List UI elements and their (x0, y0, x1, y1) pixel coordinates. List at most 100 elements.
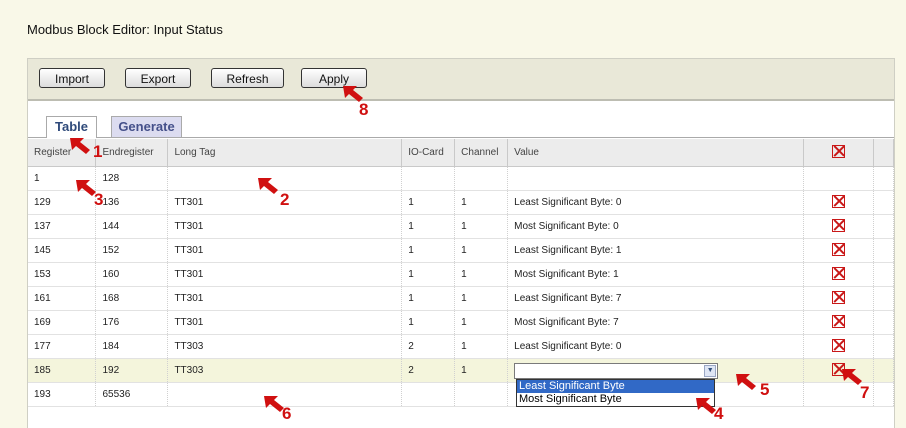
red-arrow-icon (70, 138, 90, 154)
refresh-button[interactable]: Refresh (211, 68, 284, 88)
cell-register[interactable]: 193 (28, 382, 97, 407)
cell-spacer (873, 310, 895, 335)
cell-value[interactable] (507, 166, 805, 191)
value-select[interactable]: ▼ (514, 362, 719, 379)
annotation-label-6: 6 (282, 404, 292, 423)
table-row[interactable]: 153 160 TT301 1 1 Most Significant Byte: 1 (28, 262, 895, 287)
cell-endregister[interactable]: 176 (95, 310, 169, 335)
cell-delete (803, 190, 874, 215)
export-button[interactable]: Export (125, 68, 191, 88)
table-row[interactable]: 137 144 TT301 1 1 Most Significant Byte: 0 (28, 214, 895, 239)
cell-spacer (873, 166, 895, 191)
cell-long-tag[interactable]: TT301 (167, 238, 403, 263)
table-row[interactable]: 185 192 TT303 2 1 ▼ (28, 358, 895, 383)
cell-delete (803, 310, 874, 335)
cell-endregister[interactable]: 192 (95, 358, 169, 383)
cell-value[interactable]: Least Significant Byte: 1 (507, 238, 805, 263)
cell-endregister[interactable]: 168 (95, 286, 169, 311)
cell-long-tag[interactable]: TT301 (167, 262, 403, 287)
cell-long-tag[interactable]: TT303 (167, 358, 403, 383)
tab-generate[interactable]: Generate (111, 116, 182, 137)
cell-io-card[interactable] (401, 382, 456, 407)
delete-all-icon[interactable] (832, 144, 845, 158)
cell-io-card[interactable]: 2 (401, 334, 456, 359)
cell-long-tag[interactable]: TT301 (167, 286, 403, 311)
cell-endregister[interactable]: 65536 (95, 382, 169, 407)
cell-channel[interactable]: 1 (454, 286, 509, 311)
toolbar: Import Export Refresh Apply (28, 59, 894, 101)
dropdown-option-lsb[interactable]: Least Significant Byte (517, 380, 714, 393)
cell-register[interactable]: 169 (28, 310, 97, 335)
cell-endregister[interactable]: 152 (95, 238, 169, 263)
table-row[interactable]: 169 176 TT301 1 1 Most Significant Byte: 7 (28, 310, 895, 335)
cell-long-tag[interactable]: TT303 (167, 334, 403, 359)
cell-io-card[interactable]: 1 (401, 310, 456, 335)
header-io-card[interactable]: IO-Card (401, 139, 456, 167)
table-row[interactable]: 129 136 TT301 1 1 Least Significant Byte: 0 (28, 190, 895, 215)
cell-value[interactable]: Most Significant Byte: 1 (507, 262, 805, 287)
header-long-tag[interactable]: Long Tag (167, 139, 403, 167)
cell-io-card[interactable] (401, 166, 456, 191)
cell-channel[interactable]: 1 (454, 190, 509, 215)
cell-value[interactable]: Most Significant Byte: 7 (507, 310, 805, 335)
header-value[interactable]: Value (507, 139, 805, 167)
cell-register[interactable]: 161 (28, 286, 97, 311)
cell-register[interactable]: 145 (28, 238, 97, 263)
header-endregister[interactable]: Endregister (95, 139, 169, 167)
table-row[interactable]: 177 184 TT303 2 1 Least Significant Byte: 0 (28, 334, 895, 359)
cell-value[interactable]: Least Significant Byte: 0 (507, 190, 805, 215)
header-channel[interactable]: Channel (454, 139, 509, 167)
annotation-label-3: 3 (94, 190, 104, 209)
cell-channel[interactable]: 1 (454, 310, 509, 335)
cell-channel[interactable] (454, 166, 509, 191)
cell-io-card[interactable]: 1 (401, 286, 456, 311)
cell-long-tag[interactable]: TT301 (167, 214, 403, 239)
delete-row-icon[interactable] (832, 266, 845, 280)
cell-channel[interactable]: 1 (454, 262, 509, 287)
cell-channel[interactable]: 1 (454, 214, 509, 239)
cell-register[interactable]: 137 (28, 214, 97, 239)
cell-endregister[interactable]: 128 (95, 166, 169, 191)
annotation-label-2: 2 (280, 190, 290, 209)
delete-row-icon[interactable] (832, 290, 845, 304)
cell-register[interactable]: 177 (28, 334, 97, 359)
tab-table[interactable]: Table (46, 116, 97, 138)
cell-endregister[interactable]: 160 (95, 262, 169, 287)
cell-channel[interactable] (454, 382, 509, 407)
import-button[interactable]: Import (39, 68, 105, 88)
cell-io-card[interactable]: 1 (401, 262, 456, 287)
cell-channel[interactable]: 1 (454, 334, 509, 359)
editor-panel: Import Export Refresh Apply Table Genera… (27, 58, 895, 428)
cell-endregister[interactable]: 184 (95, 334, 169, 359)
cell-endregister[interactable]: 144 (95, 214, 169, 239)
cell-value[interactable]: Least Significant Byte: 7 (507, 286, 805, 311)
cell-register[interactable]: 185 (28, 358, 97, 383)
dropdown-option-msb[interactable]: Most Significant Byte (517, 393, 714, 406)
red-arrow-icon (736, 374, 756, 390)
cell-io-card[interactable]: 1 (401, 190, 456, 215)
delete-row-icon[interactable] (832, 242, 845, 256)
table-row[interactable]: 1 128 (28, 166, 895, 191)
cell-channel[interactable]: 1 (454, 238, 509, 263)
cell-io-card[interactable]: 2 (401, 358, 456, 383)
delete-row-icon[interactable] (832, 314, 845, 328)
table-row[interactable]: 161 168 TT301 1 1 Least Significant Byte: 7 (28, 286, 895, 311)
cell-delete (803, 166, 874, 191)
page-title: Modbus Block Editor: Input Status (27, 22, 223, 37)
cell-long-tag[interactable] (167, 166, 403, 191)
table-row[interactable]: 145 152 TT301 1 1 Least Significant Byte: 1 (28, 238, 895, 263)
cell-io-card[interactable]: 1 (401, 238, 456, 263)
cell-value[interactable]: Least Significant Byte: 0 (507, 334, 805, 359)
red-arrow-icon (258, 178, 278, 194)
cell-long-tag[interactable]: TT301 (167, 310, 403, 335)
cell-channel[interactable]: 1 (454, 358, 509, 383)
cell-endregister[interactable]: 136 (95, 190, 169, 215)
cell-register[interactable]: 153 (28, 262, 97, 287)
cell-io-card[interactable]: 1 (401, 214, 456, 239)
delete-row-icon[interactable] (832, 338, 845, 352)
chevron-down-icon[interactable]: ▼ (704, 364, 717, 377)
delete-row-icon[interactable] (832, 218, 845, 232)
delete-row-icon[interactable] (832, 194, 845, 208)
header-delete-cell (803, 139, 874, 167)
cell-value[interactable]: Most Significant Byte: 0 (507, 214, 805, 239)
